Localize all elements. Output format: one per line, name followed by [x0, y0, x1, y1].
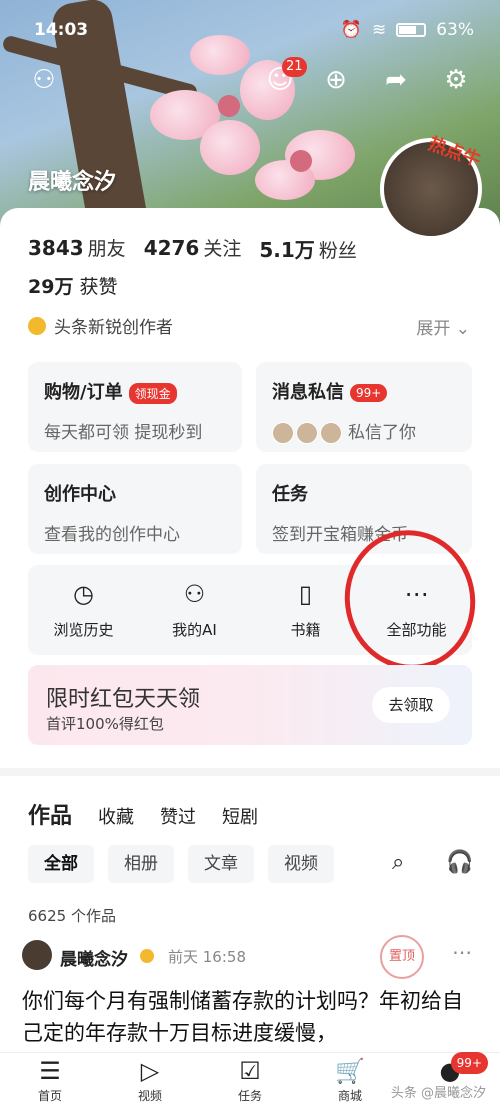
friends-stat[interactable]: 3843 朋友: [28, 234, 126, 263]
profile-name: 晨曦念汐: [28, 170, 117, 195]
sender-avatars: [272, 422, 342, 444]
status-bar: 14:03 ⏰ ≋ 63%: [0, 18, 500, 46]
creator-badge[interactable]: 头条新锐创作者: [28, 313, 173, 338]
all-functions-button[interactable]: ⋯ 全部功能: [361, 565, 472, 655]
tab-works[interactable]: 作品: [28, 798, 72, 830]
profile-stats: 3843 朋友 4276 关注 5.1万 粉丝: [28, 234, 357, 263]
creation-center-card[interactable]: 创作中心 查看我的创作中心: [28, 464, 242, 554]
clock-icon: ◷: [73, 580, 94, 608]
chip-articles[interactable]: 文章: [188, 845, 254, 883]
post-avatar[interactable]: [22, 940, 52, 970]
likes-stat: 29万 获赞: [28, 276, 118, 298]
more-icon: ⋯: [404, 580, 429, 608]
message-badge: 99+: [350, 384, 388, 402]
home-icon: ☰: [39, 1057, 61, 1085]
profile-sheet: [0, 208, 500, 1110]
cart-icon: 🛒: [335, 1057, 365, 1085]
battery-text: 63%: [436, 20, 474, 40]
post-text[interactable]: 你们每个月有强制储蓄存款的计划吗？年初给自己定的年存款十万目标进度缓慢，: [22, 985, 482, 1049]
chip-videos[interactable]: 视频: [268, 845, 334, 883]
divider: [0, 768, 500, 776]
filter-chips: 全部 相册 文章 视频: [28, 845, 334, 883]
nav-home[interactable]: ☰ 首页: [0, 1053, 100, 1110]
tab-favorites[interactable]: 收藏: [98, 803, 134, 829]
creator-icon: [28, 316, 46, 335]
avatar[interactable]: 热点牛: [380, 133, 483, 240]
messages-card[interactable]: 消息私信 99+ 私信了你: [256, 362, 472, 452]
function-row: ◷ 浏览历史 ⚇ 我的AI ▯ 书籍 ⋯ 全部功能: [28, 565, 472, 655]
nav-mall[interactable]: 🛒 商城: [300, 1053, 400, 1110]
tab-liked[interactable]: 赞过: [160, 803, 196, 829]
watermark: 头条 @晨曦念汐: [390, 1086, 486, 1101]
following-stat[interactable]: 4276 关注: [144, 234, 242, 263]
add-friend-icon[interactable]: ⚇: [26, 62, 62, 98]
chip-album[interactable]: 相册: [108, 845, 174, 883]
cash-badge: 领现金: [128, 382, 177, 404]
post-time: 前天 16:58: [168, 948, 246, 966]
headphones-icon[interactable]: 🎧: [446, 850, 473, 875]
content-tabs: 作品 收藏 赞过 短剧: [28, 798, 258, 830]
nav-video[interactable]: ▷ 视频: [100, 1053, 200, 1110]
works-count: 6625 个作品: [28, 907, 116, 925]
wifi-icon: ≋: [371, 20, 387, 40]
tasks-card[interactable]: 任务 签到开宝箱赚金币: [256, 464, 472, 554]
red-packet-banner[interactable]: 限时红包天天领 首评100%得红包 去领取: [28, 665, 472, 745]
nav-tasks[interactable]: ☑ 任务: [200, 1053, 300, 1110]
battery-icon: [396, 23, 427, 37]
play-icon: ▷: [140, 1057, 160, 1085]
claim-button[interactable]: 去领取: [372, 687, 450, 723]
bottom-nav: ☰ 首页 ▷ 视频 ☑ 任务 🛒 商城 ●: [0, 1052, 500, 1110]
shopping-card[interactable]: 购物/订单 领现金 每天都可领 提现秒到: [28, 362, 242, 452]
post-author[interactable]: 晨曦念汐: [60, 945, 128, 970]
book-icon: ▯: [298, 580, 313, 608]
tab-shorts[interactable]: 短剧: [222, 803, 258, 829]
fans-stat[interactable]: 5.1万 粉丝: [259, 234, 356, 263]
post-more-icon[interactable]: ⋯: [452, 940, 472, 964]
expand-button[interactable]: 展开 ⌄: [416, 314, 470, 339]
books-button[interactable]: ▯ 书籍: [250, 565, 361, 655]
pinned-stamp: 置顶: [380, 935, 424, 979]
my-ai-button[interactable]: ⚇ 我的AI: [139, 565, 250, 655]
history-button[interactable]: ◷ 浏览历史: [28, 565, 139, 655]
alarm-icon: ⏰: [340, 20, 362, 40]
search-icon[interactable]: ⌕: [392, 850, 404, 875]
status-time: 14:03: [34, 20, 89, 40]
visitors-badge: 21: [282, 57, 307, 77]
task-icon: ☑: [239, 1057, 261, 1085]
me-badge: 99+: [450, 1052, 488, 1074]
settings-icon[interactable]: ⚙: [438, 62, 474, 98]
chip-all[interactable]: 全部: [28, 845, 94, 883]
vip-icon: [140, 949, 154, 963]
share-icon[interactable]: ➦: [378, 62, 414, 98]
add-icon[interactable]: ⊕: [318, 62, 354, 98]
ai-icon: ⚇: [183, 580, 206, 608]
